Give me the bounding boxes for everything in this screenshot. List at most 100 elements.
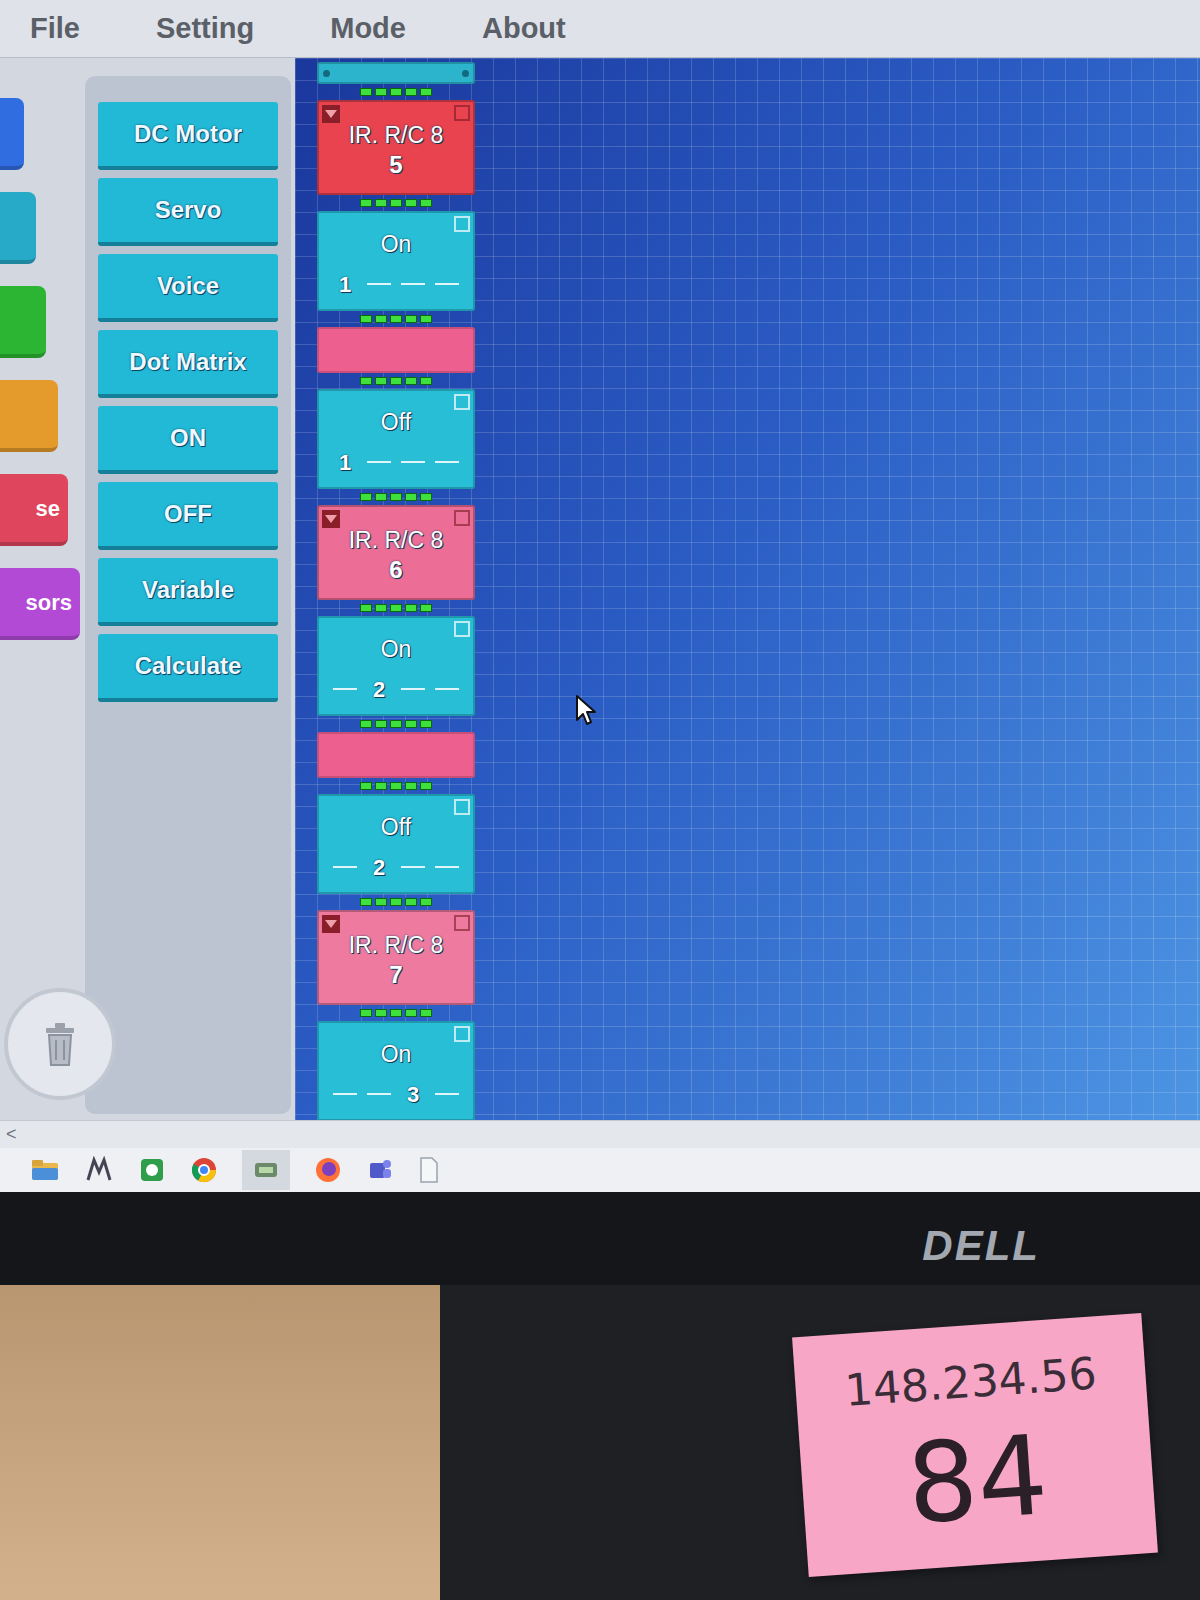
port-slot[interactable]: 3 [399,1079,427,1109]
port-slot[interactable] [399,269,427,299]
block-checkbox[interactable] [454,621,470,637]
palette-button[interactable]: ON [98,406,278,474]
block-connector [317,311,475,327]
category-column: se sors [0,58,85,1120]
dropdown-marker-icon[interactable] [322,510,340,528]
port-slot[interactable] [365,447,393,477]
block-label: IR. R/C 8 [349,930,444,960]
palette-button[interactable]: Servo [98,178,278,246]
block-checkbox[interactable] [454,799,470,815]
active-app-button[interactable] [242,1150,290,1190]
green-app-icon[interactable] [138,1156,166,1184]
ir-remote-block[interactable]: IR. R/C 87 [317,910,475,1005]
file-icon[interactable] [418,1156,440,1184]
port-slot[interactable] [365,1079,393,1109]
port-slot[interactable]: 2 [365,674,393,704]
block-checkbox[interactable] [454,510,470,526]
output-block[interactable]: Off1 [317,389,475,489]
firefox-icon[interactable] [314,1156,342,1184]
port-slot[interactable] [331,1079,359,1109]
ir-remote-block[interactable]: IR. R/C 85 [317,100,475,195]
ir-remote-block[interactable]: IR. R/C 86 [317,505,475,600]
connector-tab [375,315,387,323]
connector-tab [375,720,387,728]
port-line [401,461,425,463]
palette-button[interactable]: Variable [98,558,278,626]
triangle [325,920,337,928]
port-slot[interactable] [331,852,359,882]
block-value: 6 [389,555,402,585]
connector-tab [390,377,402,385]
port-slot[interactable]: 2 [365,852,393,882]
menu-bar: File Setting Mode About [0,0,1200,58]
dropdown-marker-icon[interactable] [322,105,340,123]
horizontal-scrollbar[interactable]: < [0,1120,1200,1148]
connector-tab [360,604,372,612]
output-block[interactable]: Off2 [317,794,475,894]
output-block[interactable]: On2 [317,616,475,716]
port-slot[interactable] [331,674,359,704]
palette-button[interactable]: DC Motor [98,102,278,170]
port-slot[interactable] [433,447,461,477]
port-slot[interactable] [433,674,461,704]
port-row: 1 [331,269,461,299]
connector-tab [420,377,432,385]
trash-button[interactable] [4,988,116,1100]
connector-tab [360,720,372,728]
port-slot[interactable] [433,269,461,299]
category-button[interactable] [0,98,24,170]
port-slot[interactable]: 1 [331,447,359,477]
end-block[interactable] [317,732,475,778]
folder-icon[interactable] [30,1158,60,1182]
block-checkbox[interactable] [454,216,470,232]
category-button[interactable]: sors [0,568,80,640]
palette-button[interactable]: OFF [98,482,278,550]
connector-tab [390,315,402,323]
port-line [333,866,357,868]
block-checkbox[interactable] [454,915,470,931]
output-block[interactable]: On3 [317,1021,475,1120]
connector-tab [405,898,417,906]
category-button[interactable] [0,380,58,452]
port-line [435,866,459,868]
connector-tab [405,199,417,207]
menu-item[interactable]: About [482,7,566,51]
menu-item[interactable]: Setting [156,7,254,51]
end-block[interactable] [317,327,475,373]
palette-button[interactable]: Voice [98,254,278,322]
chrome-icon[interactable] [190,1156,218,1184]
port-line [435,1093,459,1095]
block-checkbox[interactable] [454,394,470,410]
connector-tab [405,315,417,323]
scroll-left-arrow[interactable]: < [6,1121,17,1148]
menu-item[interactable]: Mode [330,7,406,51]
brand-logo: DELL [922,1214,1040,1277]
port-slot[interactable] [433,852,461,882]
monitor-stand: 148.234.5684 [440,1285,1200,1600]
category-button[interactable]: se [0,474,68,546]
palette-button[interactable]: Calculate [98,634,278,702]
port-line [333,688,357,690]
port-slot[interactable] [433,1079,461,1109]
connector-tab [405,782,417,790]
block-checkbox[interactable] [454,105,470,121]
start-block[interactable] [317,62,475,84]
palette-button[interactable]: Dot Matrix [98,330,278,398]
port-slot[interactable] [399,852,427,882]
port-slot[interactable] [365,269,393,299]
port-slot[interactable]: 1 [331,269,359,299]
teams-icon[interactable] [366,1156,394,1184]
output-block[interactable]: On1 [317,211,475,311]
category-button[interactable] [0,192,36,264]
port-slot[interactable] [399,674,427,704]
connector-tab [360,199,372,207]
program-canvas[interactable]: IR. R/C 85On1Off1IR. R/C 86On2Off2IR. R/… [295,58,1200,1120]
dropdown-marker-icon[interactable] [322,915,340,933]
block-checkbox[interactable] [454,1026,470,1042]
app-icon[interactable] [84,1156,114,1184]
block-connector [317,778,475,794]
menu-item[interactable]: File [30,7,80,51]
connector-tab [390,782,402,790]
port-slot[interactable] [399,447,427,477]
category-button[interactable] [0,286,46,358]
